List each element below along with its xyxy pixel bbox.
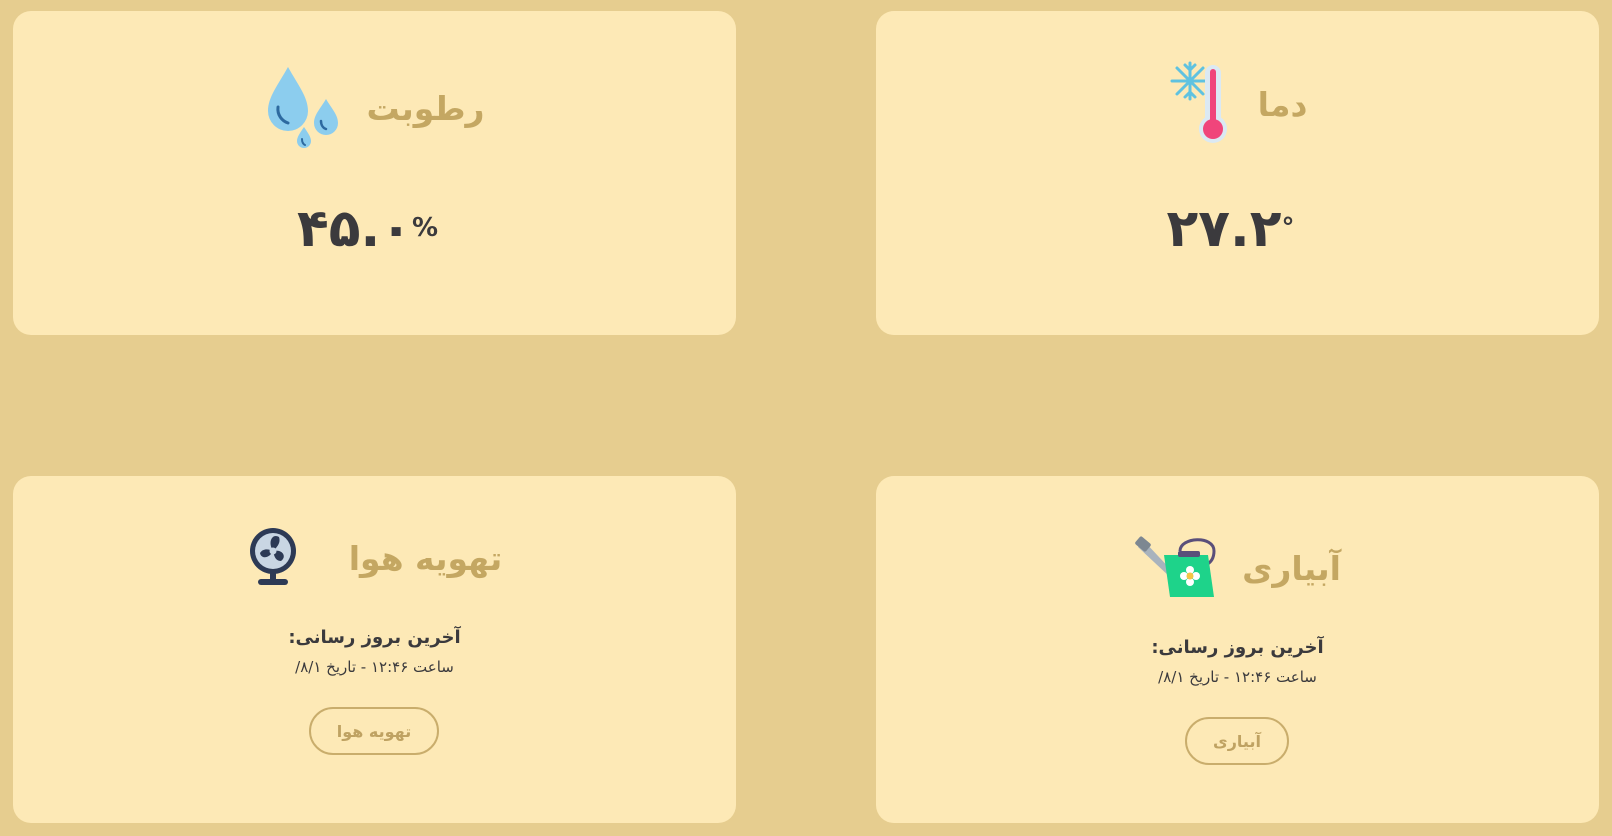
humidity-value: ۴۵.۰% [13,199,736,259]
humidity-number: ۴۵.۰ [296,199,412,259]
irrigation-last-update-time: ساعت ۱۲:۴۶ - تاریخ ۸/۱/ [1158,668,1317,686]
temperature-unit: ° [1281,213,1295,243]
irrigation-button[interactable]: آبیاری [1185,717,1289,765]
irrigation-header: آبیاری [876,533,1599,603]
humidity-header: رطوبت [13,63,736,153]
irrigation-title: آبیاری [1242,548,1341,588]
irrigation-last-update-label: آخرین بروز رسانی: [1151,637,1324,658]
temperature-card: دما ۲۷.۲° [876,11,1599,335]
fan-icon [247,525,299,591]
ventilation-last-update-label: آخرین بروز رسانی: [288,627,461,648]
humidity-unit: % [411,213,439,243]
temperature-title: دما [1257,84,1308,124]
ventilation-last-update-time: ساعت ۱۲:۴۶ - تاریخ ۸/۱/ [295,658,454,676]
humidity-title: رطوبت [366,88,485,128]
irrigation-card: آبیاری آخرین بروز رسانی: ساعت ۱۲:۴۶ - تا… [876,476,1599,823]
temperature-value: ۲۷.۲° [876,199,1599,259]
ventilation-header: تهویه هوا [13,525,736,591]
ventilation-title: تهویه هوا [348,538,503,578]
watering-can-icon [1134,533,1216,603]
ventilation-button[interactable]: تهویه هوا [309,707,439,755]
thermometer-snowflake-icon [1168,59,1232,149]
temperature-header: دما [876,59,1599,149]
water-drops-icon [264,63,340,153]
temperature-number: ۲۷.۲ [1166,199,1282,259]
ventilation-card: تهویه هوا آخرین بروز رسانی: ساعت ۱۲:۴۶ -… [13,476,736,823]
humidity-card: رطوبت ۴۵.۰% [13,11,736,335]
